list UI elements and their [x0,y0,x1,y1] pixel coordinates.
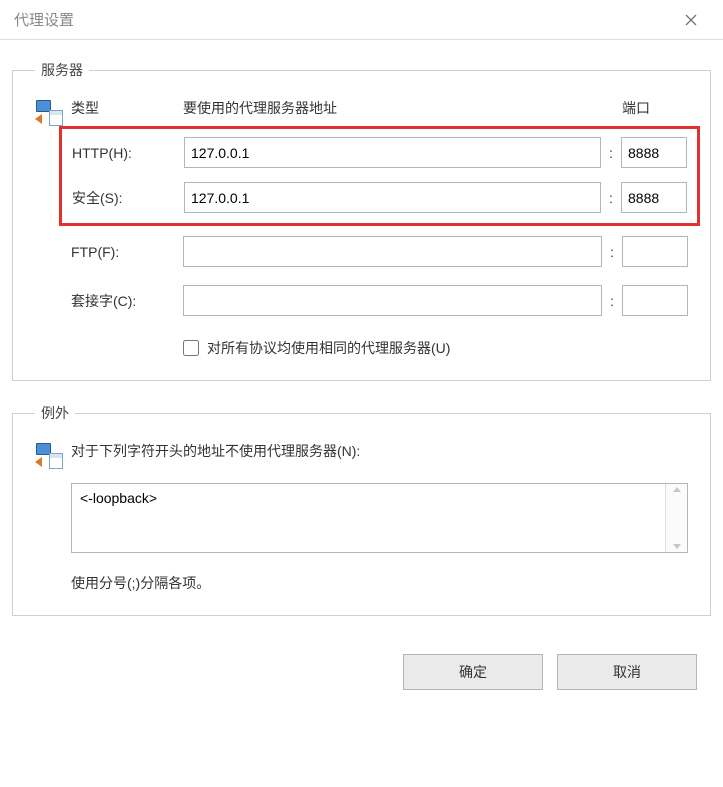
cancel-button[interactable]: 取消 [557,654,697,690]
socks-address-input[interactable] [183,285,602,316]
same-proxy-checkbox[interactable] [183,340,199,356]
http-address-input[interactable] [184,137,601,168]
secure-row: 安全(S): : [72,182,687,213]
exceptions-legend: 例外 [35,403,75,423]
exceptions-fieldset: 例外 对于下列字符开头的地址不使用代理服务器(N): 使用分 [12,403,711,616]
exceptions-textarea[interactable] [72,484,665,552]
socks-sep: : [602,293,622,309]
exceptions-textarea-wrap [71,483,688,553]
exceptions-label: 对于下列字符开头的地址不使用代理服务器(N): [71,441,688,461]
secure-port-input[interactable] [621,182,687,213]
ftp-row: FTP(F): : [71,236,688,267]
secure-sep: : [601,190,621,206]
content: 服务器 类型 要使用的代理服务器地址 端口 HTTP(H): [0,40,723,690]
socks-port-input[interactable] [622,285,688,316]
header-type: 类型 [71,98,183,118]
proxy-icon [35,443,63,469]
scroll-down-icon [673,544,681,549]
http-sep: : [601,145,621,161]
secure-label: 安全(S): [72,188,184,208]
ftp-port-input[interactable] [622,236,688,267]
ok-button[interactable]: 确定 [403,654,543,690]
ftp-label: FTP(F): [71,244,183,260]
scrollbar[interactable] [665,484,687,552]
close-icon [685,14,697,26]
secure-address-input[interactable] [184,182,601,213]
proxy-icon [35,100,63,126]
scroll-up-icon [673,487,681,492]
same-proxy-label[interactable]: 对所有协议均使用相同的代理服务器(U) [207,338,450,358]
titlebar: 代理设置 [0,0,723,40]
ftp-sep: : [602,244,622,260]
servers-fieldset: 服务器 类型 要使用的代理服务器地址 端口 HTTP(H): [12,60,711,381]
exceptions-icon-wrap [35,441,71,593]
servers-legend: 服务器 [35,60,89,80]
ftp-address-input[interactable] [183,236,602,267]
window-title: 代理设置 [14,9,74,30]
http-label: HTTP(H): [72,145,184,161]
socks-row: 套接字(C): : [71,285,688,316]
close-button[interactable] [671,2,711,38]
button-bar: 确定 取消 [12,638,711,690]
column-headers: 类型 要使用的代理服务器地址 端口 [71,98,688,118]
highlight-box: HTTP(H): : 安全(S): : [59,126,700,226]
exceptions-hint: 使用分号(;)分隔各项。 [71,573,688,593]
header-port: 端口 [622,98,688,118]
header-address: 要使用的代理服务器地址 [183,98,602,118]
socks-label: 套接字(C): [71,291,183,311]
http-port-input[interactable] [621,137,687,168]
http-row: HTTP(H): : [72,137,687,168]
same-proxy-row: 对所有协议均使用相同的代理服务器(U) [71,338,688,358]
